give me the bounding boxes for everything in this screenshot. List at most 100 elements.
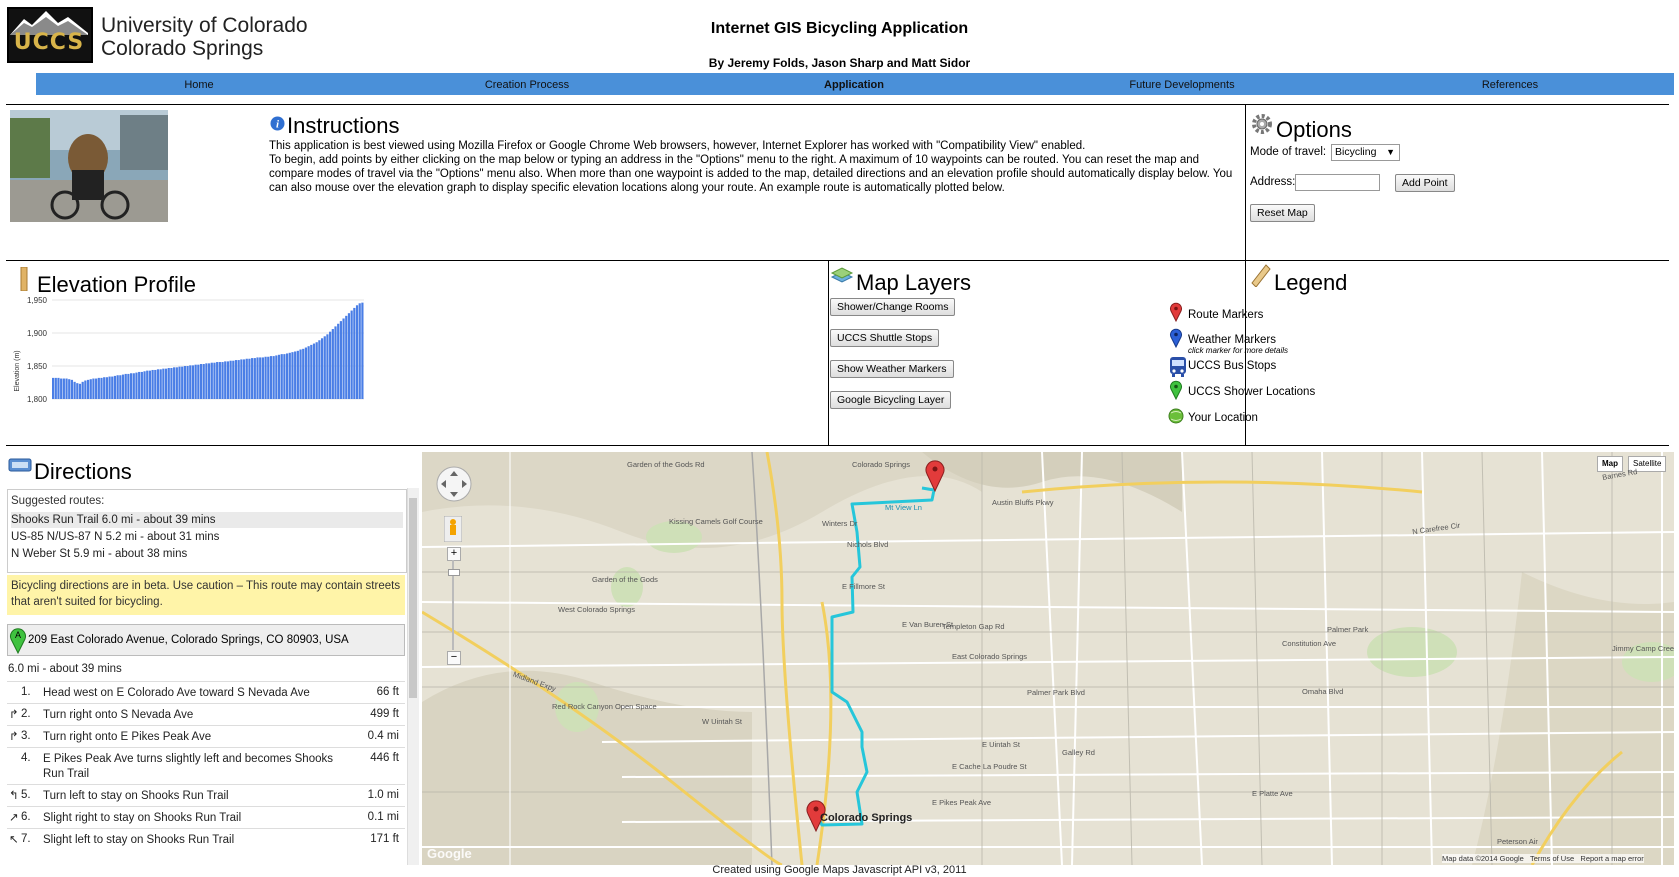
- elevation-bar[interactable]: [331, 329, 334, 399]
- elevation-bar[interactable]: [86, 379, 90, 399]
- elevation-bar[interactable]: [138, 371, 141, 399]
- elevation-bar[interactable]: [57, 377, 60, 399]
- nav-references[interactable]: References: [1410, 73, 1610, 95]
- elevation-bar[interactable]: [307, 346, 310, 399]
- elevation-bar[interactable]: [358, 303, 361, 399]
- elevation-bar[interactable]: [272, 356, 275, 399]
- elevation-bar[interactable]: [315, 342, 318, 399]
- elevation-bar[interactable]: [113, 375, 117, 399]
- elevation-bar[interactable]: [121, 374, 125, 399]
- elevation-bar[interactable]: [345, 315, 348, 399]
- elevation-bar[interactable]: [242, 359, 246, 399]
- elevation-bar[interactable]: [68, 379, 71, 399]
- elevation-bar[interactable]: [226, 361, 230, 399]
- nav-home[interactable]: Home: [99, 73, 299, 95]
- uccs-shuttle-stops-button[interactable]: UCCS Shuttle Stops: [830, 329, 940, 347]
- start-address-box[interactable]: A 209 East Colorado Avenue, Colorado Spr…: [7, 624, 405, 656]
- elevation-bar[interactable]: [291, 352, 294, 399]
- elevation-bar[interactable]: [191, 365, 195, 399]
- elevation-bar[interactable]: [240, 359, 243, 399]
- zoom-in-button[interactable]: +: [447, 547, 461, 561]
- elevation-bar[interactable]: [154, 369, 157, 399]
- address-input[interactable]: [1295, 174, 1380, 191]
- elevation-bar[interactable]: [108, 376, 111, 399]
- direction-step[interactable]: ↰ 5. Turn left to stay on Shooks Run Tra…: [7, 784, 405, 806]
- report-map-error-link[interactable]: Report a map error: [1580, 854, 1643, 863]
- reset-map-button[interactable]: Reset Map: [1250, 204, 1315, 222]
- elevation-bar[interactable]: [261, 357, 264, 399]
- pan-control[interactable]: [436, 466, 472, 502]
- elevation-bar[interactable]: [294, 351, 297, 399]
- direction-step[interactable]: 1. Head west on E Colorado Ave toward S …: [7, 681, 405, 703]
- nav-application[interactable]: Application: [754, 73, 954, 95]
- elevation-bar[interactable]: [97, 377, 100, 399]
- elevation-bar[interactable]: [194, 364, 197, 399]
- elevation-bar[interactable]: [127, 373, 130, 399]
- directions-scroll-thumb[interactable]: [409, 498, 417, 698]
- shower-change-rooms-button[interactable]: Shower/Change Rooms: [830, 298, 956, 316]
- elevation-bar[interactable]: [339, 321, 342, 399]
- elevation-bar[interactable]: [286, 353, 289, 399]
- route-polyline[interactable]: [422, 452, 1674, 865]
- elevation-bar[interactable]: [60, 378, 63, 399]
- elevation-bar[interactable]: [202, 364, 205, 399]
- zoom-slider-thumb[interactable]: [448, 569, 460, 576]
- elevation-bar[interactable]: [92, 378, 95, 399]
- elevation-bar[interactable]: [124, 373, 127, 399]
- elevation-bar[interactable]: [173, 367, 176, 399]
- show-weather-markers-button[interactable]: Show Weather Markers: [830, 360, 954, 378]
- elevation-bar[interactable]: [361, 302, 364, 399]
- elevation-bar[interactable]: [275, 355, 278, 399]
- elevation-bar[interactable]: [251, 358, 254, 399]
- elevation-bar[interactable]: [116, 375, 119, 399]
- elevation-bar[interactable]: [143, 371, 146, 399]
- elevation-bar[interactable]: [170, 367, 173, 399]
- elevation-bar[interactable]: [140, 371, 143, 399]
- elevation-bar[interactable]: [146, 370, 149, 399]
- elevation-bar[interactable]: [199, 364, 203, 399]
- zoom-out-button[interactable]: −: [447, 651, 461, 665]
- elevation-bar[interactable]: [178, 366, 181, 399]
- elevation-bar[interactable]: [216, 362, 219, 399]
- elevation-bar[interactable]: [296, 350, 299, 399]
- elevation-bar[interactable]: [234, 360, 238, 399]
- street-view-pegman-icon[interactable]: [444, 516, 462, 542]
- route-option[interactable]: N Weber St 5.9 mi - about 38 mins: [11, 546, 403, 562]
- elevation-bar[interactable]: [151, 369, 154, 399]
- route-marker-end-icon[interactable]: [924, 458, 946, 492]
- elevation-bar[interactable]: [232, 360, 235, 399]
- add-point-button[interactable]: Add Point: [1395, 174, 1455, 192]
- elevation-bar[interactable]: [105, 377, 108, 399]
- nav-creation-process[interactable]: Creation Process: [427, 73, 627, 95]
- elevation-bar[interactable]: [208, 363, 211, 399]
- elevation-bar[interactable]: [65, 378, 68, 399]
- elevation-bar[interactable]: [197, 364, 200, 399]
- elevation-bar[interactable]: [132, 373, 135, 399]
- elevation-bar[interactable]: [210, 362, 213, 399]
- elevation-bar[interactable]: [89, 379, 92, 399]
- elevation-bar[interactable]: [229, 360, 232, 399]
- elevation-bar[interactable]: [73, 381, 76, 399]
- elevation-bar[interactable]: [248, 358, 251, 399]
- elevation-bar[interactable]: [100, 377, 103, 399]
- elevation-bar[interactable]: [256, 357, 259, 399]
- elevation-bar[interactable]: [320, 338, 324, 399]
- elevation-bar[interactable]: [355, 305, 359, 399]
- elevation-bar[interactable]: [189, 365, 192, 399]
- elevation-bar[interactable]: [304, 347, 308, 399]
- direction-step[interactable]: ↱ 2. Turn right onto S Nevada Ave 499 ft: [7, 703, 405, 725]
- elevation-bar[interactable]: [62, 378, 65, 399]
- elevation-chart[interactable]: Elevation (m) 1,950 1,900 1,850 1,800: [10, 296, 395, 434]
- elevation-bar[interactable]: [329, 331, 332, 399]
- elevation-bar[interactable]: [350, 310, 353, 399]
- elevation-bar[interactable]: [245, 358, 248, 399]
- elevation-bar[interactable]: [111, 376, 114, 399]
- elevation-bar[interactable]: [342, 318, 345, 399]
- elevation-bar[interactable]: [76, 383, 79, 399]
- elevation-bar[interactable]: [54, 377, 57, 399]
- direction-step[interactable]: ↗ 6. Slight right to stay on Shooks Run …: [7, 806, 405, 828]
- elevation-bar[interactable]: [84, 380, 87, 399]
- elevation-bar[interactable]: [347, 313, 351, 399]
- elevation-bar[interactable]: [280, 354, 283, 399]
- elevation-bar[interactable]: [81, 381, 84, 399]
